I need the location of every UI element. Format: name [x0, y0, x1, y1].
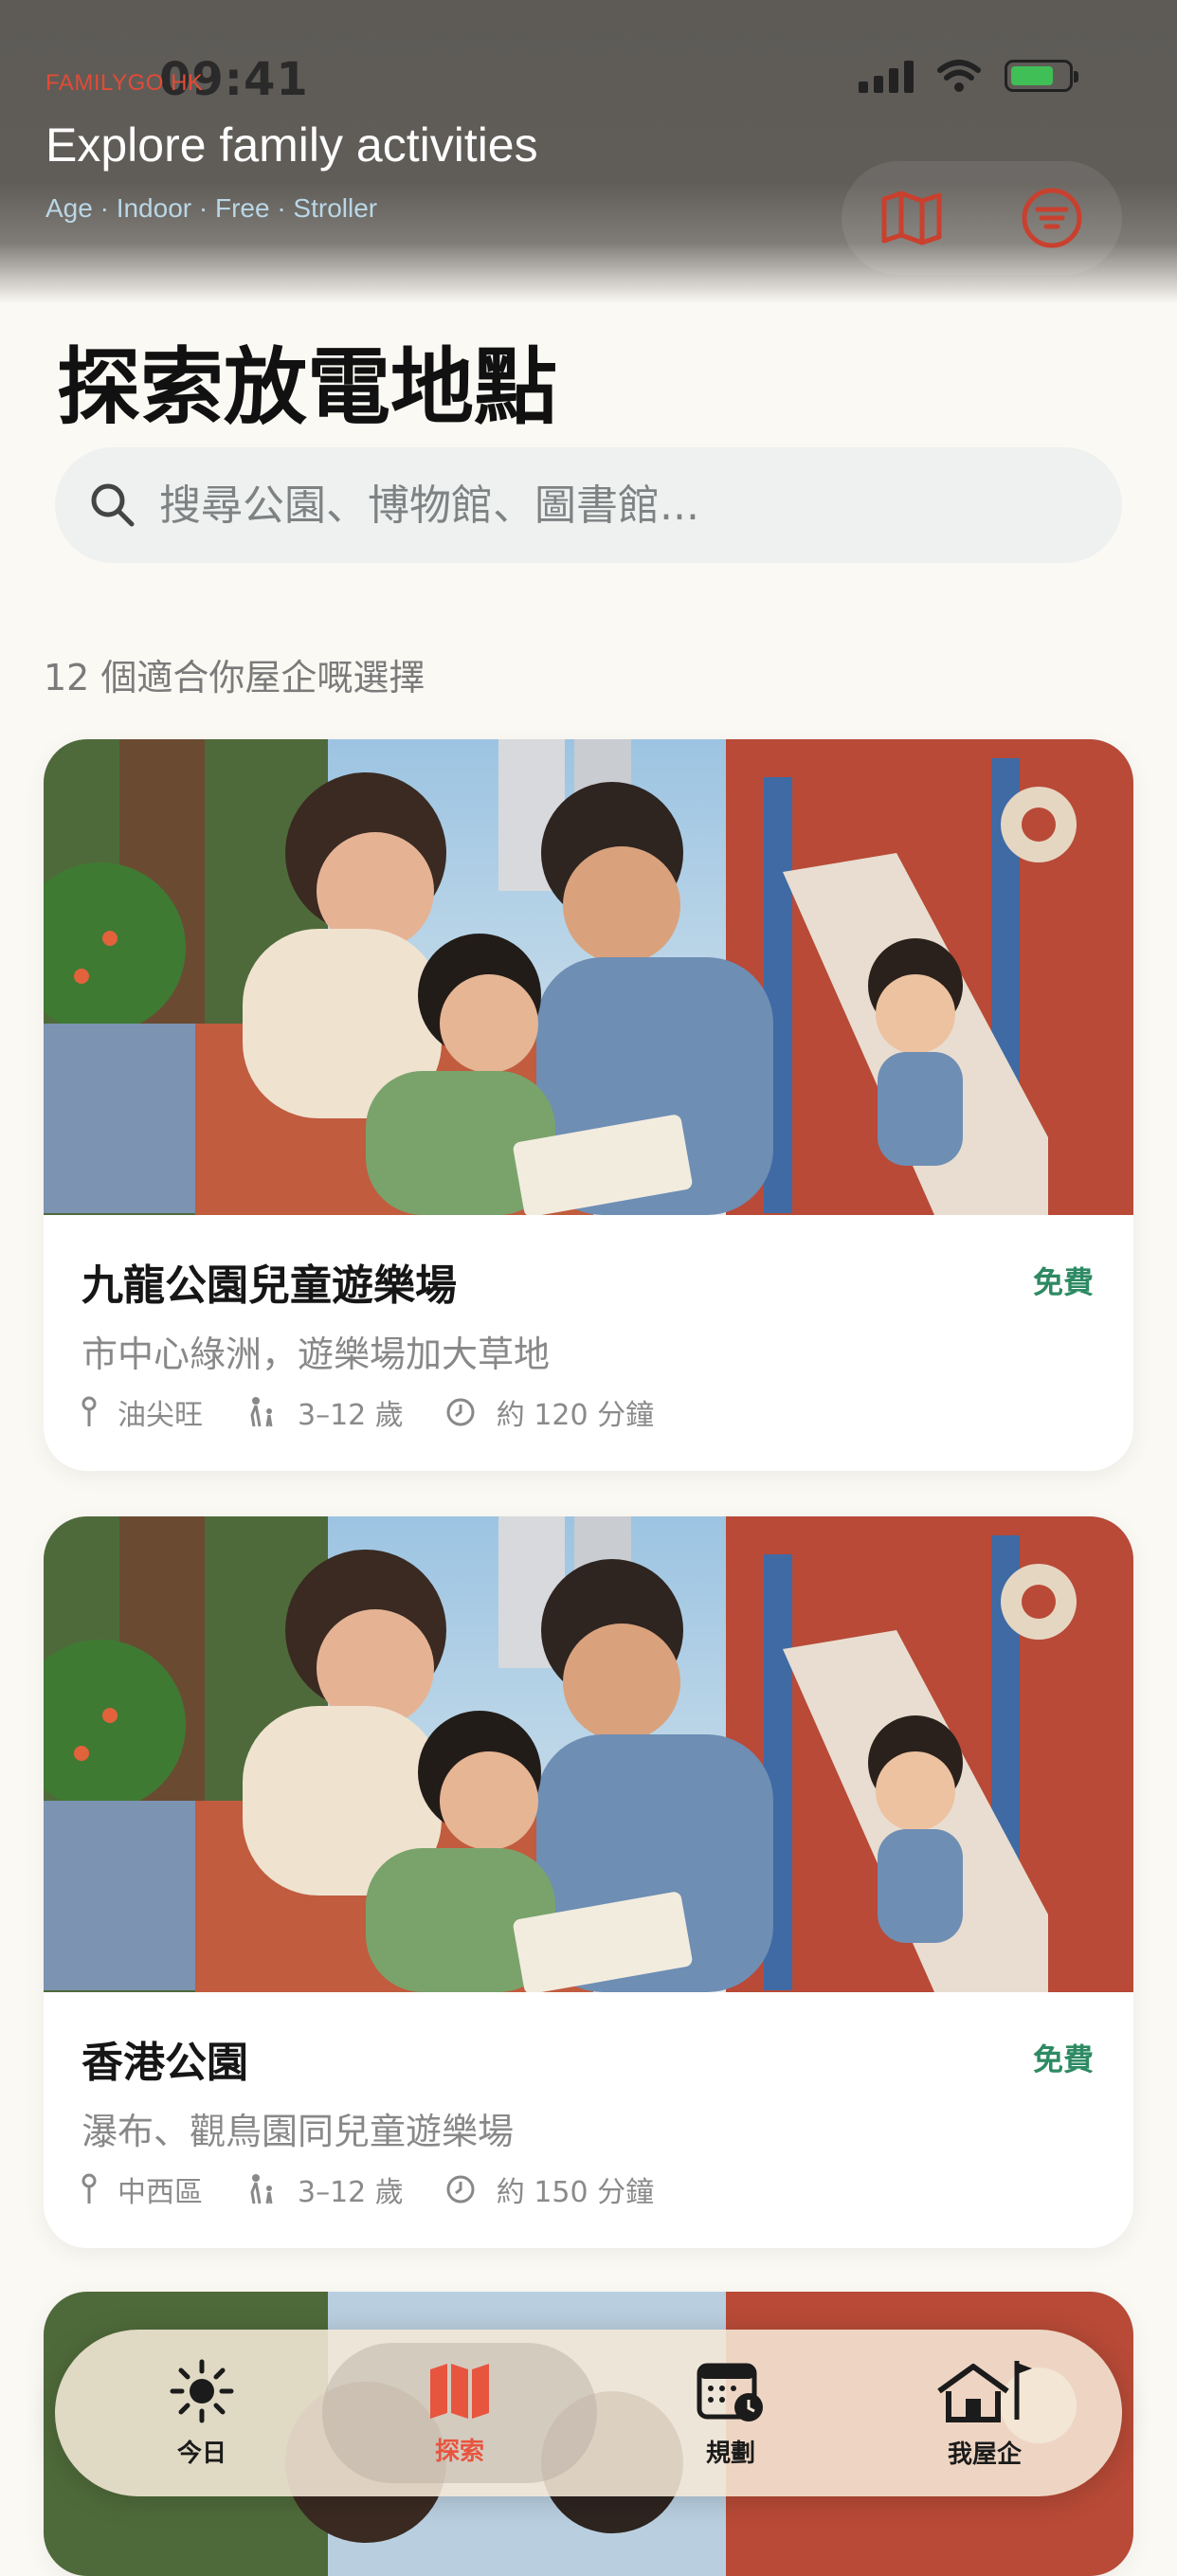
price-badge: 免費: [1032, 2041, 1094, 2077]
calendar-clock-icon: [697, 2363, 763, 2422]
page-title: 探索放電地點: [57, 338, 558, 436]
house-flag-icon: [937, 2360, 1032, 2422]
parent-child-icon: [250, 2174, 273, 2204]
header-actions: [842, 161, 1122, 275]
tab-today-label: 今日: [176, 2439, 226, 2468]
age-range: 3–12 歲: [298, 2176, 404, 2209]
wifi-icon: [937, 60, 981, 92]
clock-icon: [446, 2175, 475, 2204]
place-district: 油尖旺: [118, 1399, 203, 1432]
brand-label: FAMILYGO HK: [45, 70, 204, 96]
search-icon: [91, 483, 135, 527]
place-meta: 中西區 3–12 歲 約 150 分鐘: [81, 2168, 696, 2210]
place-name: 香港公園: [81, 2039, 248, 2087]
place-district: 中西區: [118, 2176, 203, 2209]
tab-today[interactable]: 今日: [74, 2330, 330, 2496]
place-description: 市中心綠洲，遊樂場加大草地: [81, 1333, 551, 1375]
map-view-button[interactable]: [869, 175, 954, 261]
header-title: Explore family activities: [45, 118, 538, 172]
filter-button[interactable]: [1009, 175, 1095, 261]
place-name: 九龍公園兒童遊樂場: [81, 1261, 457, 1310]
app-header: 09:41 FAMILYGO HK Explore family activit…: [0, 0, 1177, 303]
place-card[interactable]: 香港公園 免費 瀑布、觀鳥園同兒童遊樂場 中西區 3–12 歲 約 150 分鐘: [44, 1516, 1133, 2248]
map-icon: [881, 190, 942, 245]
status-icons: [859, 59, 1078, 93]
place-card[interactable]: 九龍公園兒童遊樂場 免費 市中心綠洲，遊樂場加大草地 油尖旺 3–12 歲 約 …: [44, 739, 1133, 1471]
duration: 約 150 分鐘: [496, 2176, 655, 2209]
tab-plan[interactable]: 規劃: [603, 2330, 859, 2496]
tab-home-label: 我屋企: [947, 2440, 1022, 2469]
duration: 約 120 分鐘: [496, 1399, 655, 1432]
place-meta: 油尖旺 3–12 歲 約 120 分鐘: [81, 1391, 696, 1433]
signal-icon: [859, 59, 914, 93]
place-description: 瀑布、觀鳥園同兒童遊樂場: [81, 2111, 515, 2152]
results-count: 12 個適合你屋企嘅選擇: [44, 657, 426, 698]
price-badge: 免費: [1032, 1264, 1094, 1300]
tab-home[interactable]: 我屋企: [857, 2330, 1113, 2496]
pin-icon: [81, 1396, 97, 1426]
tab-explore-label: 探索: [434, 2437, 484, 2466]
tab-explore[interactable]: 探索: [322, 2343, 597, 2483]
battery-icon: [1005, 60, 1078, 92]
tab-bar: 今日 探索 規劃 我屋企: [55, 2330, 1122, 2496]
clock-icon: [446, 1398, 475, 1426]
tab-plan-label: 規劃: [705, 2439, 755, 2468]
parent-child-icon: [250, 1397, 273, 1427]
header-filters[interactable]: Age · Indoor · Free · Stroller: [45, 193, 377, 224]
place-card-image: [44, 739, 1133, 1215]
age-range: 3–12 歲: [298, 1399, 404, 1432]
search-bar[interactable]: [55, 447, 1122, 563]
place-card-image: [44, 1516, 1133, 1992]
filter-icon: [1022, 188, 1082, 248]
sun-icon: [170, 2359, 234, 2422]
search-input[interactable]: [157, 480, 1071, 531]
map-icon: [430, 2363, 489, 2419]
pin-icon: [81, 2173, 97, 2204]
